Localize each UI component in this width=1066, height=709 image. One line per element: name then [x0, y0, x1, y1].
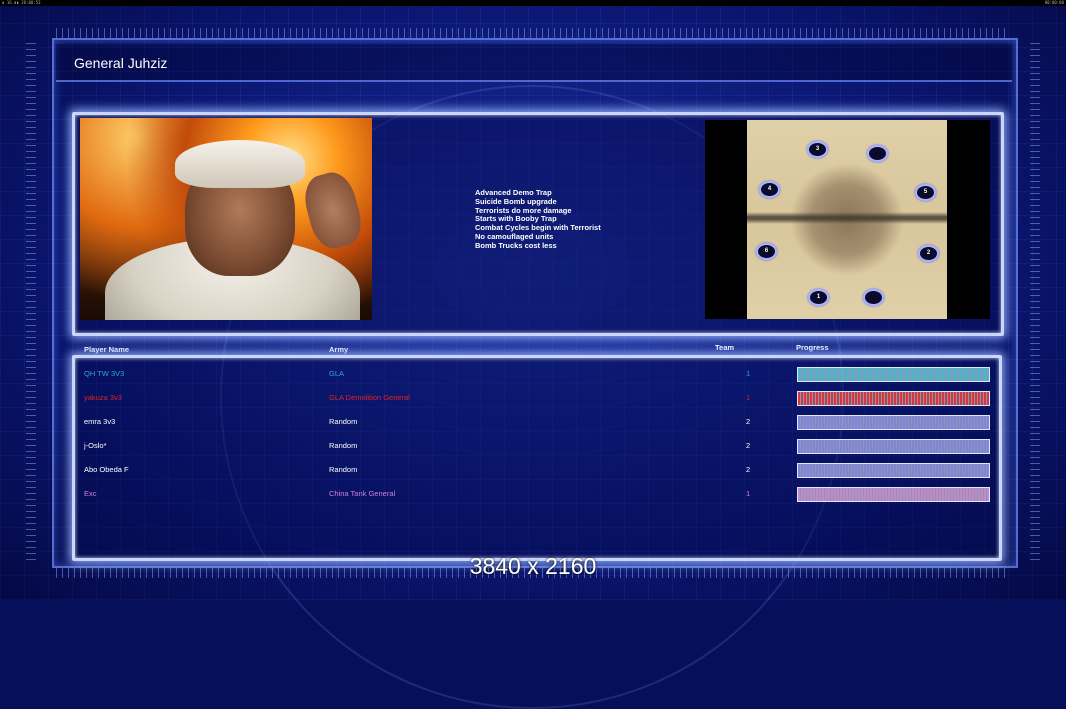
- player-name: QH TW 3V3: [84, 369, 125, 378]
- progress-bar: [797, 439, 990, 454]
- player-team: 1: [746, 489, 751, 498]
- progress-bar: [797, 487, 990, 502]
- progress-bar-fill: [798, 392, 989, 405]
- player-row: Exc China Tank General 1: [0, 486, 1066, 502]
- player-list-panel: [72, 355, 1002, 561]
- start-position-marker[interactable]: 3: [807, 141, 828, 158]
- general-portrait: [80, 118, 372, 320]
- start-position-marker[interactable]: [867, 145, 888, 162]
- player-army: China Tank General: [329, 489, 396, 498]
- player-row: Abo Obeda F Random 2: [0, 462, 1066, 478]
- progress-bar-fill: [798, 368, 989, 381]
- player-team: 1: [746, 369, 751, 378]
- portrait-hand: [299, 167, 367, 254]
- map-river: [747, 212, 947, 224]
- progress-bar-fill: [798, 440, 989, 453]
- player-name: j-Oslo*: [84, 441, 107, 450]
- player-name: emra 3v3: [84, 417, 116, 426]
- start-position-marker[interactable]: [863, 289, 884, 306]
- start-position-marker[interactable]: 6: [756, 243, 777, 260]
- player-army: GLA: [329, 369, 345, 378]
- player-team: 2: [746, 441, 751, 450]
- progress-bar: [797, 367, 990, 382]
- player-row: yakuza 3v3 GLA Demolition General 1: [0, 390, 1066, 406]
- title-bar: [56, 44, 1012, 82]
- column-header-team: Team: [715, 343, 735, 352]
- system-bar-left: ▮ 16 ▮▮ 20:00:53: [2, 0, 41, 5]
- player-army: Random: [329, 441, 358, 450]
- player-army: Random: [329, 465, 358, 474]
- general-bonus-list: Advanced Demo Trap Suicide Bomb upgrade …: [475, 188, 601, 251]
- resolution-watermark: 3840 x 2160: [469, 553, 597, 579]
- start-position-marker[interactable]: 2: [918, 245, 939, 262]
- progress-bar-fill: [798, 416, 989, 429]
- player-row: QH TW 3V3 GLA 1: [0, 366, 1066, 382]
- player-army: Random: [329, 417, 358, 426]
- player-name: yakuza 3v3: [84, 393, 122, 402]
- player-name: Exc: [84, 489, 97, 498]
- start-position-marker[interactable]: 1: [808, 289, 829, 306]
- player-team: 1: [746, 393, 751, 402]
- player-row: j-Oslo* Random 2: [0, 438, 1066, 454]
- column-header-player: Player Name: [84, 345, 130, 354]
- progress-bar: [797, 463, 990, 478]
- system-bar: ▮ 16 ▮▮ 20:00:53 00:00:00: [0, 0, 1066, 6]
- player-army: GLA Demolition General: [329, 393, 410, 402]
- start-position-marker[interactable]: 4: [759, 181, 780, 198]
- player-row: emra 3v3 Random 2: [0, 414, 1066, 430]
- progress-bar: [797, 391, 990, 406]
- right-ruler: [1030, 40, 1040, 560]
- start-position-marker[interactable]: 5: [915, 184, 936, 201]
- player-team: 2: [746, 465, 751, 474]
- column-header-progress: Progress: [796, 343, 829, 352]
- portrait-turban: [175, 140, 305, 188]
- column-header-army: Army: [329, 345, 349, 354]
- progress-bar: [797, 415, 990, 430]
- player-team: 2: [746, 417, 751, 426]
- progress-bar-fill: [798, 488, 989, 501]
- system-bar-clock: 00:00:00: [1044, 0, 1064, 5]
- map-preview: 3 4 5 6 2 1: [705, 120, 990, 319]
- bonus-item: Bomb Trucks cost less: [475, 240, 557, 250]
- left-ruler: [26, 40, 36, 560]
- top-ruler: [56, 28, 1010, 38]
- progress-bar-fill: [798, 464, 989, 477]
- page-title: General Juhziz: [74, 55, 168, 71]
- player-name: Abo Obeda F: [84, 465, 129, 474]
